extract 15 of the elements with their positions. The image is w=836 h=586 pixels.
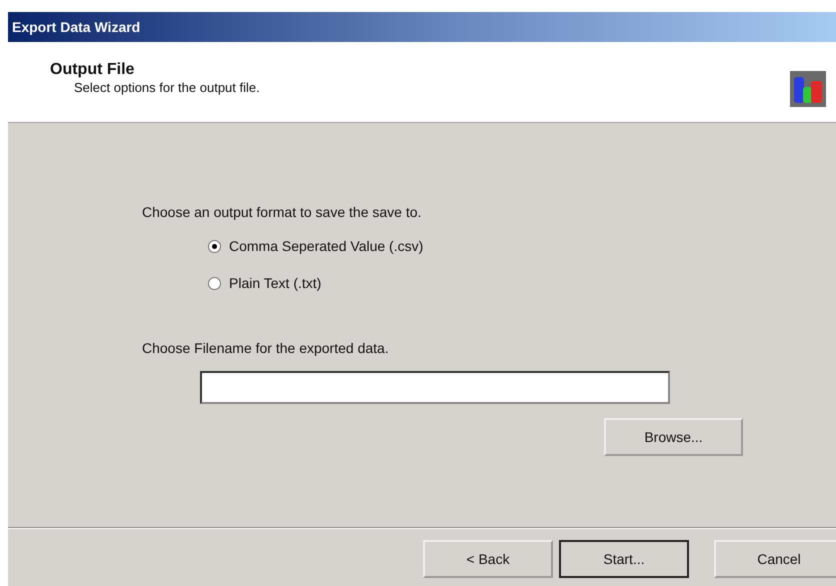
browse-button[interactable]: Browse...	[604, 418, 743, 456]
wizard-button[interactable]: Cancel	[714, 540, 836, 578]
page-subtitle: Select options for the output file.	[73, 80, 260, 95]
filename-field[interactable]	[200, 371, 670, 404]
page-title: Output File	[50, 61, 136, 79]
radio-button[interactable]	[208, 240, 221, 252]
radio-label: Plain Text (.txt)	[229, 275, 322, 291]
window-title: Export Data Wizard	[12, 19, 140, 35]
wizard-button[interactable]: Start...	[559, 540, 689, 578]
radio-button[interactable]	[208, 276, 221, 290]
wizard-button[interactable]: < Back	[423, 540, 553, 578]
format-prompt: Choose an output format to save the save to.	[142, 204, 422, 220]
filename-prompt: Choose Filename for the exported data.	[142, 340, 389, 356]
format-radio-option[interactable]: Plain Text (.txt)	[208, 275, 424, 291]
bar-chart-icon	[790, 71, 826, 107]
